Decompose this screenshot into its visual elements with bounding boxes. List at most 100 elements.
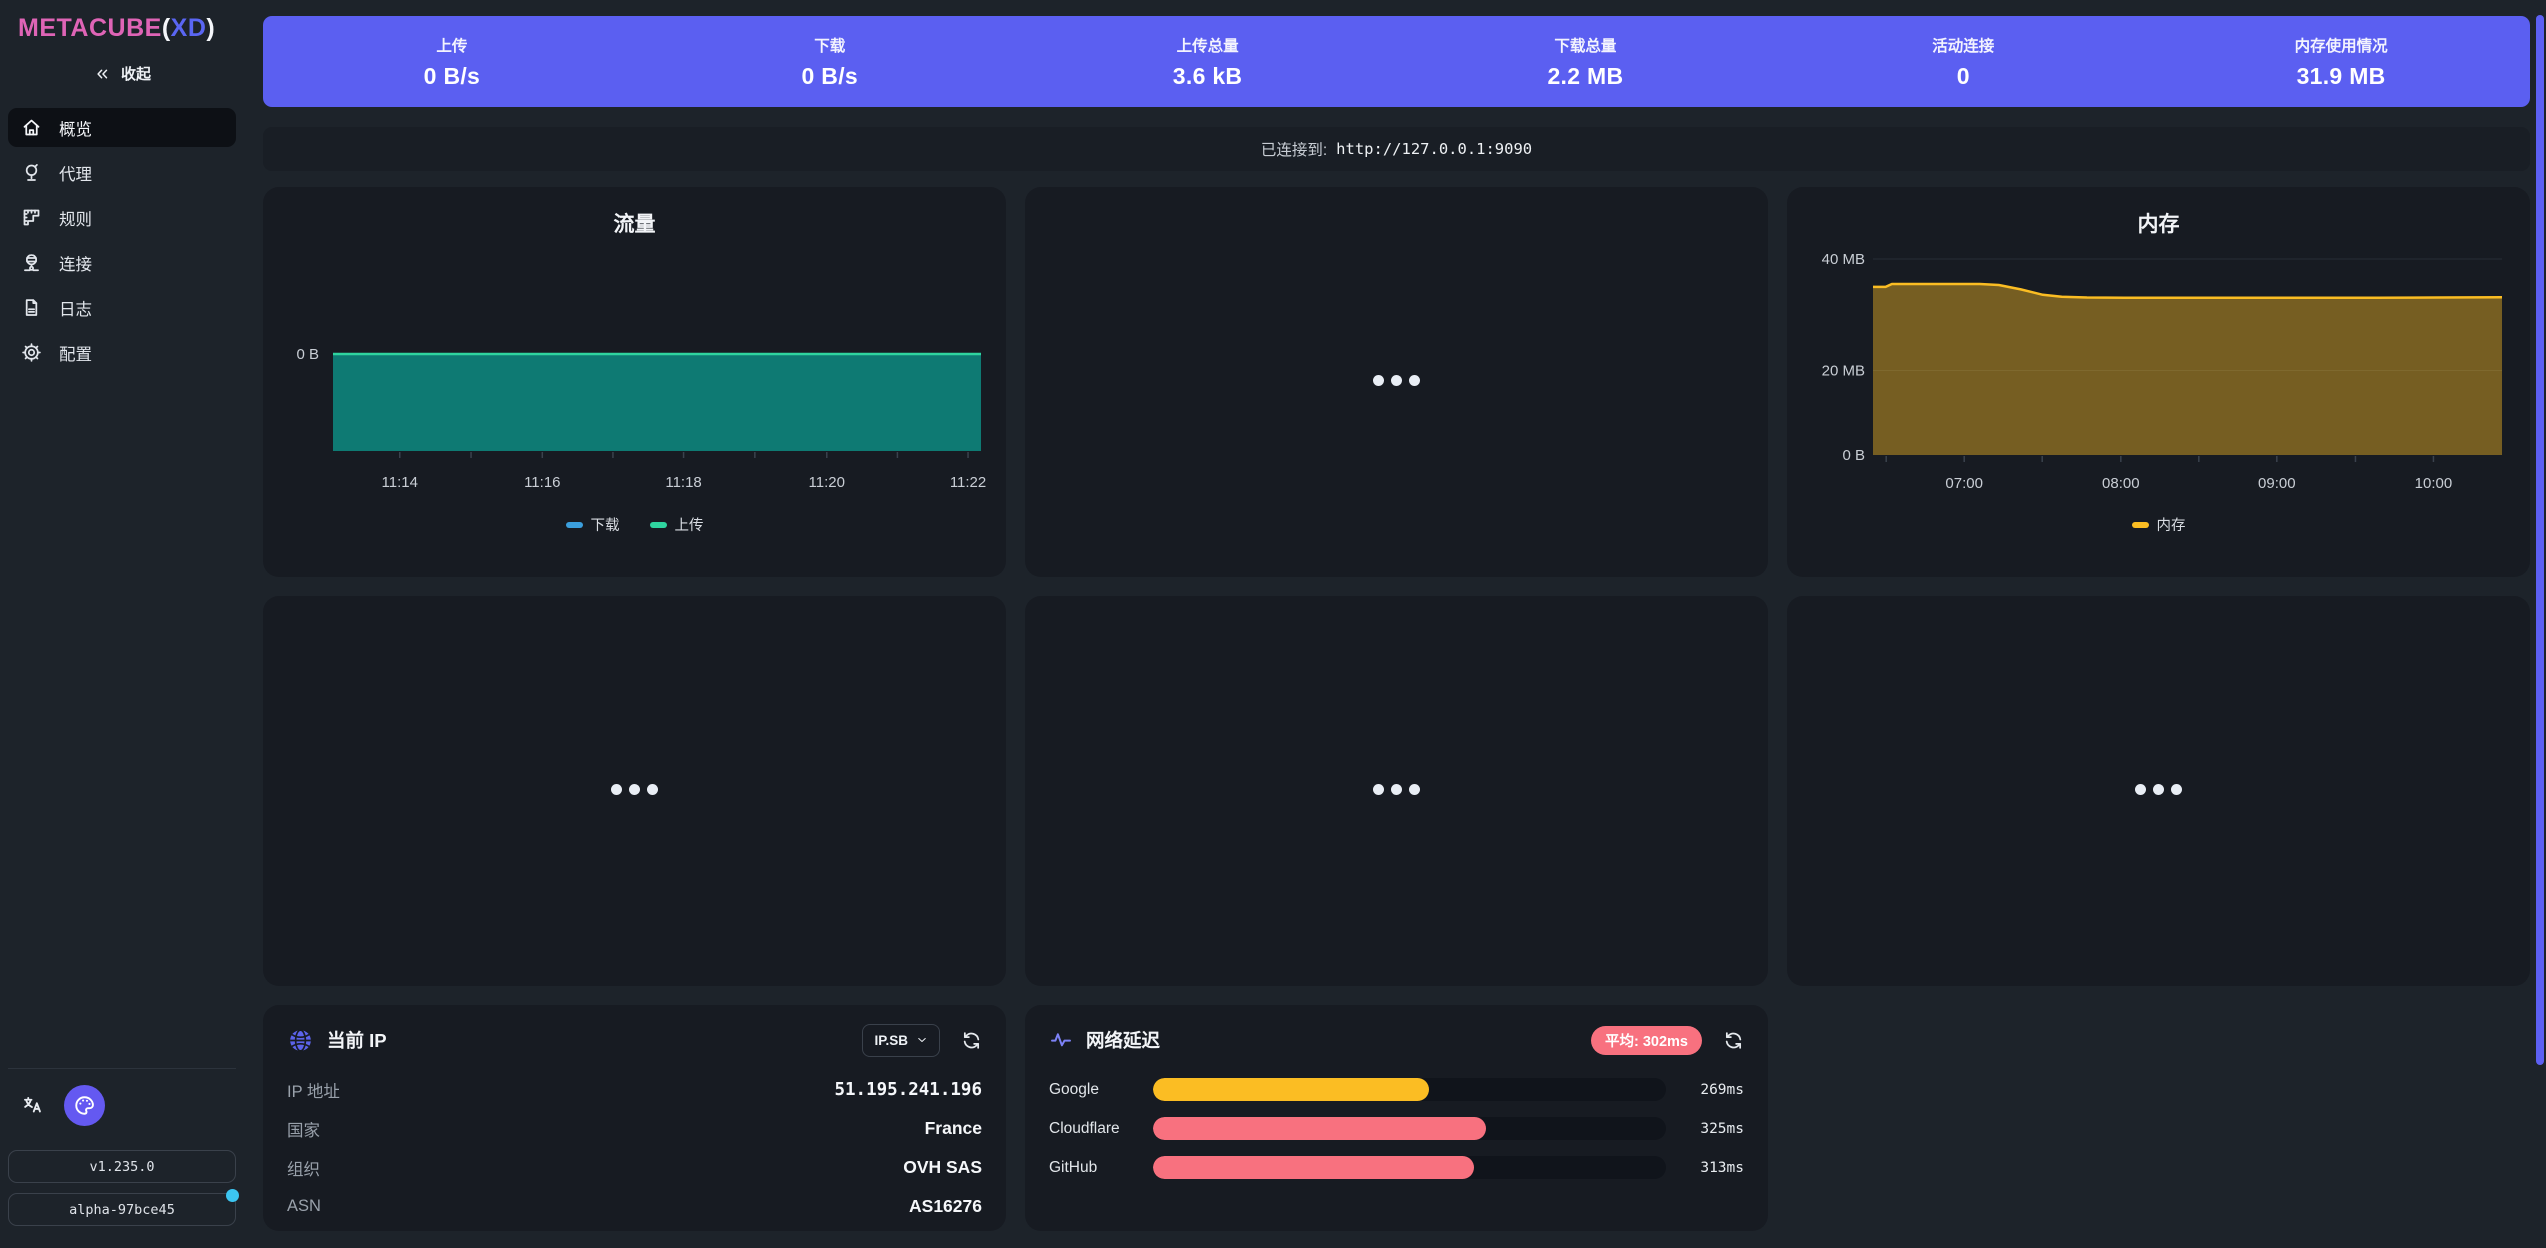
- ip-info-rows: IP 地址51.195.241.196国家France 组织 OVH SAS ASNA…: [287, 1070, 982, 1226]
- latency-average-badge: 平均: 302ms: [1591, 1026, 1702, 1055]
- loading-card: [1787, 596, 2530, 986]
- svg-text:11:16: 11:16: [524, 474, 560, 491]
- stat-value: 0: [1774, 63, 2152, 90]
- ip-row-label: 组织: [287, 1156, 320, 1180]
- legend-label: 下载: [591, 514, 620, 535]
- loading-dots: [2132, 782, 2186, 800]
- ip-info-row: 国家France: [287, 1109, 982, 1148]
- legend-item[interactable]: 下载: [566, 514, 620, 535]
- sidebar-item-rules[interactable]: 规则: [8, 198, 236, 237]
- latency-row: GitHub 313ms: [1049, 1148, 1744, 1187]
- chevrons-left-icon: [93, 65, 111, 83]
- update-indicator-dot: [226, 1189, 239, 1202]
- app-root: METACUBE(XD) 收起 概览代理规则连接日志配置 v1.235.0 al…: [0, 0, 2546, 1248]
- stat-2: 上传总量3.6 kB: [1019, 34, 1397, 90]
- theme-palette-button[interactable]: [64, 1085, 105, 1126]
- collapse-label: 收起: [121, 63, 151, 84]
- cards-grid: 流量 0 B11:1411:1611:1811:2011:22 下载上传 内存 …: [263, 187, 2530, 1231]
- sidebar-item-proxies[interactable]: 代理: [8, 153, 236, 192]
- stat-label: 下载总量: [1397, 34, 1775, 56]
- traffic-chart-legend: 下载 上传: [263, 514, 1006, 535]
- ip-refresh-button[interactable]: [961, 1030, 982, 1051]
- sidebar-collapse-button[interactable]: 收起: [8, 63, 236, 84]
- legend-item[interactable]: 上传: [650, 514, 704, 535]
- stat-label: 上传: [263, 34, 641, 56]
- latency-value: 325ms: [1666, 1121, 1744, 1137]
- stat-5: 内存使用情况31.9 MB: [2152, 34, 2530, 90]
- ip-card-title: 当前 IP: [327, 1027, 387, 1053]
- ruler-icon: [21, 207, 42, 228]
- sidebar-item-config[interactable]: 配置: [8, 333, 236, 372]
- legend-item[interactable]: 内存: [2132, 514, 2186, 535]
- legend-swatch: [566, 522, 583, 528]
- sidebar-item-label: 连接: [59, 251, 92, 275]
- svg-text:11:14: 11:14: [382, 474, 418, 491]
- stat-value: 2.2 MB: [1397, 63, 1775, 90]
- ip-info-row: ASNAS16276: [287, 1187, 982, 1226]
- memory-chart-legend: 内存: [1787, 514, 2530, 535]
- scrollbar-track: [2535, 0, 2546, 1248]
- sidebar-item-label: 概览: [59, 116, 92, 140]
- stat-label: 活动连接: [1774, 34, 2152, 56]
- logo-paren-open: (: [162, 14, 171, 42]
- latency-value: 313ms: [1666, 1160, 1744, 1176]
- scrollbar-thumb[interactable]: [2536, 15, 2544, 1065]
- palette-icon: [73, 1094, 96, 1117]
- stat-4: 活动连接 0: [1774, 34, 2152, 90]
- latency-bar-fill: [1153, 1117, 1486, 1140]
- latency-site-label: GitHub: [1049, 1159, 1153, 1177]
- legend-swatch: [650, 522, 667, 528]
- latency-card: 网络延迟 平均: 302ms Google 269ms Cloudflare 325m…: [1025, 1005, 1768, 1231]
- version-button[interactable]: v1.235.0: [8, 1150, 236, 1183]
- ip-row-value: France: [925, 1118, 982, 1139]
- build-button[interactable]: alpha-97bce45: [8, 1193, 236, 1226]
- ip-source-select[interactable]: IP.SB: [862, 1024, 940, 1057]
- svg-text:11:18: 11:18: [665, 474, 701, 491]
- svg-text:0 B: 0 B: [296, 346, 319, 363]
- logo-brand: METACUBE: [18, 14, 162, 42]
- language-icon[interactable]: [22, 1095, 44, 1117]
- latency-row: Google 269ms: [1049, 1070, 1744, 1109]
- home-icon: [21, 117, 42, 138]
- sidebar-item-label: 代理: [59, 161, 92, 185]
- backend-status-bar: 已连接到: http://127.0.0.1:9090: [263, 127, 2530, 171]
- sidebar-item-overview[interactable]: 概览: [8, 108, 236, 147]
- latency-bar-fill: [1153, 1078, 1429, 1101]
- latency-site-label: Cloudflare: [1049, 1120, 1153, 1138]
- loading-dots: [608, 782, 662, 800]
- svg-text:40 MB: 40 MB: [1822, 251, 1865, 268]
- empty-area: [1787, 1005, 2530, 1231]
- latency-site-label: Google: [1049, 1081, 1153, 1099]
- loading-dots: [1370, 373, 1424, 391]
- stat-1: 下载0 B/s: [641, 34, 1019, 90]
- ip-info-row: IP 地址51.195.241.196: [287, 1070, 982, 1109]
- stat-3: 下载总量 2.2 MB: [1397, 34, 1775, 90]
- globe-icon: [287, 1027, 314, 1054]
- legend-label: 内存: [2157, 514, 2186, 535]
- backend-endpoint: http://127.0.0.1:9090: [1336, 140, 1532, 158]
- stat-value: 31.9 MB: [2152, 63, 2530, 90]
- traffic-chart-title: 流量: [263, 187, 1006, 238]
- loading-dots: [1370, 782, 1424, 800]
- latency-rows: Google 269ms Cloudflare 325ms GitHub 313ms: [1049, 1070, 1744, 1187]
- latency-card-title: 网络延迟: [1086, 1027, 1160, 1053]
- logo-accent: XD: [171, 14, 207, 42]
- svg-text:20 MB: 20 MB: [1822, 363, 1865, 380]
- sidebar-item-logs[interactable]: 日志: [8, 288, 236, 327]
- latency-row: Cloudflare 325ms: [1049, 1109, 1744, 1148]
- ip-row-label: IP 地址: [287, 1078, 340, 1102]
- stat-label: 下载: [641, 34, 1019, 56]
- main-content: 上传0 B/s下载0 B/s上传总量3.6 kB下载总量2.2 MB活动连接0内…: [244, 0, 2546, 1248]
- connected-label: 已连接到:: [1261, 138, 1327, 160]
- sidebar-item-connections[interactable]: 连接: [8, 243, 236, 282]
- loading-card: [1025, 187, 1768, 577]
- ip-info-row: 组织 OVH SAS: [287, 1148, 982, 1187]
- sidebar-item-label: 日志: [59, 296, 92, 320]
- latency-refresh-button[interactable]: [1723, 1030, 1744, 1051]
- ip-row-value: OVH SAS: [903, 1157, 982, 1178]
- stat-0: 上传0 B/s: [263, 34, 641, 90]
- sidebar-item-label: 规则: [59, 206, 92, 230]
- logs-icon: [21, 297, 42, 318]
- latency-value: 269ms: [1666, 1082, 1744, 1098]
- memory-chart-card: 内存 40 MB20 MB0 B07:0008:0009:0010:00 内存: [1787, 187, 2530, 577]
